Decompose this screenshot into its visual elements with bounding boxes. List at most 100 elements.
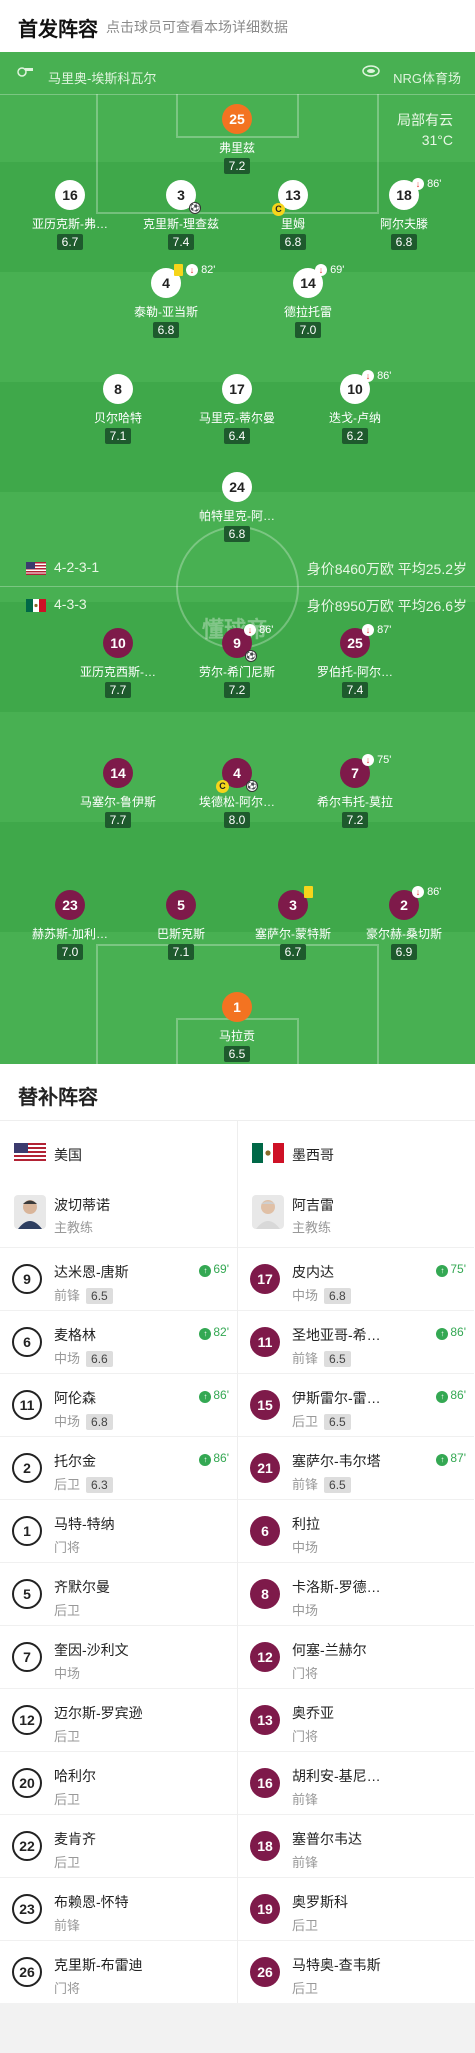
position-text: 后卫 <box>292 1981 319 1996</box>
player-usa-10[interactable]: 10 迭戈-卢纳 6.2 <box>300 374 410 445</box>
bench-player-row[interactable]: 2 托尔金 后卫 6.3 ↑ 86' <box>0 1436 237 1499</box>
player-mex-7[interactable]: 7 希尔韦托-莫拉 7.2 <box>300 758 410 829</box>
bench-player-name: 布赖恩-怀特 <box>54 1894 129 1910</box>
bench-player-position: 后卫 6.5 <box>292 1411 351 1430</box>
sub-off-icon: ↓ <box>412 178 424 191</box>
whistle-icon <box>17 67 33 77</box>
bench-player-row[interactable]: 8 卡洛斯-罗德… 中场 <box>238 1562 474 1625</box>
bench-player-row[interactable]: 11 阿伦森 中场 6.8 ↑ 86' <box>0 1373 237 1436</box>
player-rating: 6.9 <box>390 944 418 960</box>
player-name: 贝尔哈特 <box>93 411 142 425</box>
player-mex-5[interactable]: 5 巴斯克斯 7.1 <box>126 890 236 961</box>
sub-off-badge: ↓ 86' <box>412 886 441 899</box>
bench-player-name: 马特-特纳 <box>54 1516 115 1532</box>
bench-player-number: 11 <box>250 1327 280 1357</box>
bench-player-row[interactable]: 7 奎因-沙利文 中场 <box>0 1625 237 1688</box>
player-usa-25[interactable]: 25 弗里兹 7.2 <box>182 104 292 175</box>
player-mex-23[interactable]: 23 赫苏斯-加利… 7.0 <box>15 890 125 961</box>
position-text: 前锋 <box>54 1918 81 1933</box>
bench-player-number: 19 <box>250 1894 280 1924</box>
player-usa-3[interactable]: 3 克里斯-理查兹 7.4 <box>126 180 236 251</box>
bench-player-row[interactable]: 18 塞普尔韦达 前锋 <box>238 1814 474 1877</box>
position-text: 前锋 <box>292 1351 319 1366</box>
bench-player-row[interactable]: 22 麦肯齐 后卫 <box>0 1814 237 1877</box>
player-usa-8[interactable]: 8 贝尔哈特 7.1 <box>63 374 173 445</box>
player-rating: 6.4 <box>223 428 251 444</box>
player-mex-10[interactable]: 10 亚历克西斯-… 7.7 <box>63 628 173 699</box>
bench-player-row[interactable]: 20 哈利尔 后卫 <box>0 1751 237 1814</box>
bench-player-row[interactable]: 16 胡利安-基尼… 前锋 <box>238 1751 474 1814</box>
bench-player-position: 后卫 6.3 <box>54 1474 113 1493</box>
bench-player-row[interactable]: 6 利拉 中场 <box>238 1499 474 1562</box>
bench-player-row[interactable]: 12 迈尔斯-罗宾逊 后卫 <box>0 1688 237 1751</box>
bench-player-row[interactable]: 17 皮内达 中场 6.8 ↑ 75' <box>238 1247 474 1310</box>
bench-player-name: 圣地亚哥-希… <box>292 1327 381 1343</box>
mex-coach[interactable]: 阿吉雷 主教练 <box>238 1183 474 1247</box>
sub-off-icon: ↓ <box>412 886 424 899</box>
player-usa-16[interactable]: 16 亚历克斯-弗… 6.7 <box>15 180 125 251</box>
player-number: 16 <box>55 180 85 210</box>
bench-player-position: 后卫 <box>54 1852 80 1871</box>
player-name: 里姆 <box>280 217 305 231</box>
position-text: 前锋 <box>292 1477 319 1492</box>
bench-player-row[interactable]: 5 齐默尔曼 后卫 <box>0 1562 237 1625</box>
player-rating: 7.7 <box>104 682 132 698</box>
position-text: 前锋 <box>292 1855 319 1870</box>
player-usa-17[interactable]: 17 马里克-蒂尔曼 6.4 <box>182 374 292 445</box>
player-usa-13[interactable]: 13 里姆 6.8 <box>238 180 348 251</box>
player-mex-9[interactable]: 9 劳尔-希门尼斯 7.2 <box>182 628 292 699</box>
player-mex-25[interactable]: 25 罗伯托-阿尔… 7.4 <box>300 628 410 699</box>
player-mex-3[interactable]: 3 塞萨尔-蒙特斯 6.7 <box>238 890 348 961</box>
position-text: 后卫 <box>54 1477 81 1492</box>
coach-role: 主教练 <box>54 1220 94 1235</box>
bench-player-position: 后卫 <box>292 1978 318 1997</box>
player-name: 塞萨尔-蒙特斯 <box>255 927 331 941</box>
player-mex-2[interactable]: 2 豪尔赫-桑切斯 6.9 <box>349 890 459 961</box>
bench-player-number: 11 <box>12 1390 42 1420</box>
bench-player-row[interactable]: 11 圣地亚哥-希… 前锋 6.5 ↑ 86' <box>238 1310 474 1373</box>
bench-player-row[interactable]: 9 达米恩-唐斯 前锋 6.5 ↑ 69' <box>0 1247 237 1310</box>
bench-player-name: 利拉 <box>292 1516 320 1532</box>
bench-player-position: 前锋 6.5 <box>54 1285 113 1304</box>
bench-player-name: 克里斯-布雷迪 <box>54 1957 143 1973</box>
sub-off-badge: ↓ 69' <box>315 264 344 277</box>
player-mex-4[interactable]: 4 埃德松-阿尔… 8.0 <box>182 758 292 829</box>
bench-player-row[interactable]: 23 布赖恩-怀特 前锋 <box>0 1877 237 1940</box>
usa-coach[interactable]: 波切蒂诺 主教练 <box>0 1183 237 1247</box>
bench-player-number: 26 <box>250 1957 280 1987</box>
mexico-flag-icon <box>252 1143 284 1163</box>
player-rating: 6.5 <box>223 1046 251 1062</box>
player-name: 德拉托雷 <box>283 305 332 319</box>
bench-player-number: 16 <box>250 1768 280 1798</box>
bench-player-row[interactable]: 13 奥乔亚 门将 <box>238 1688 474 1751</box>
player-rating: 6.8 <box>223 526 251 542</box>
sub-off-badge: ↓ 75' <box>362 754 391 767</box>
bench-player-row[interactable]: 6 麦格林 中场 6.6 ↑ 82' <box>0 1310 237 1373</box>
bench-player-position: 后卫 <box>54 1726 80 1745</box>
bench-player-row[interactable]: 26 克里斯-布雷迪 门将 <box>0 1940 237 2003</box>
player-mex-1[interactable]: 1 马拉贡 6.5 <box>182 992 292 1063</box>
player-usa-14[interactable]: 14 德拉托雷 7.0 <box>253 268 363 339</box>
player-mex-14[interactable]: 14 马塞尔-鲁伊斯 7.7 <box>63 758 173 829</box>
mex-bench: 墨西哥 阿吉雷 主教练 17 皮内达 中场 6.8 ↑ 75' 11 圣地亚哥-希… 前锋 6.5… <box>237 1121 474 2003</box>
sub-minute: 69' <box>213 1262 229 1276</box>
player-usa-24[interactable]: 24 帕特里克-阿… 6.8 <box>182 472 292 543</box>
player-rating: 6.8 <box>390 234 418 250</box>
bench-player-row[interactable]: 15 伊斯雷尔-雷… 后卫 6.5 ↑ 86' <box>238 1373 474 1436</box>
player-usa-4[interactable]: 4 泰勒-亚当斯 6.8 <box>111 268 221 339</box>
bench-player-name: 迈尔斯-罗宾逊 <box>54 1705 143 1721</box>
player-usa-18[interactable]: 18 阿尔夫滕 6.8 <box>349 180 459 251</box>
bench-player-row[interactable]: 21 塞萨尔-韦尔塔 前锋 6.5 ↑ 87' <box>238 1436 474 1499</box>
bench-player-row[interactable]: 26 马特奥-查韦斯 后卫 <box>238 1940 474 2003</box>
mexico-flag-icon <box>26 598 46 612</box>
lineup-subtitle: 点击球员可查看本场详细数据 <box>106 19 288 35</box>
bench-player-row[interactable]: 19 奥罗斯科 后卫 <box>238 1877 474 1940</box>
position-text: 后卫 <box>54 1855 81 1870</box>
bench-player-row[interactable]: 1 马特-特纳 门将 <box>0 1499 237 1562</box>
player-name: 马塞尔-鲁伊斯 <box>80 795 156 809</box>
bench-player-position: 前锋 <box>292 1789 318 1808</box>
bench-player-row[interactable]: 12 何塞-兰赫尔 门将 <box>238 1625 474 1688</box>
player-rating: 6.7 <box>56 234 84 250</box>
bench-player-position: 中场 6.8 <box>54 1411 113 1430</box>
temperature: 31°C <box>421 132 453 148</box>
